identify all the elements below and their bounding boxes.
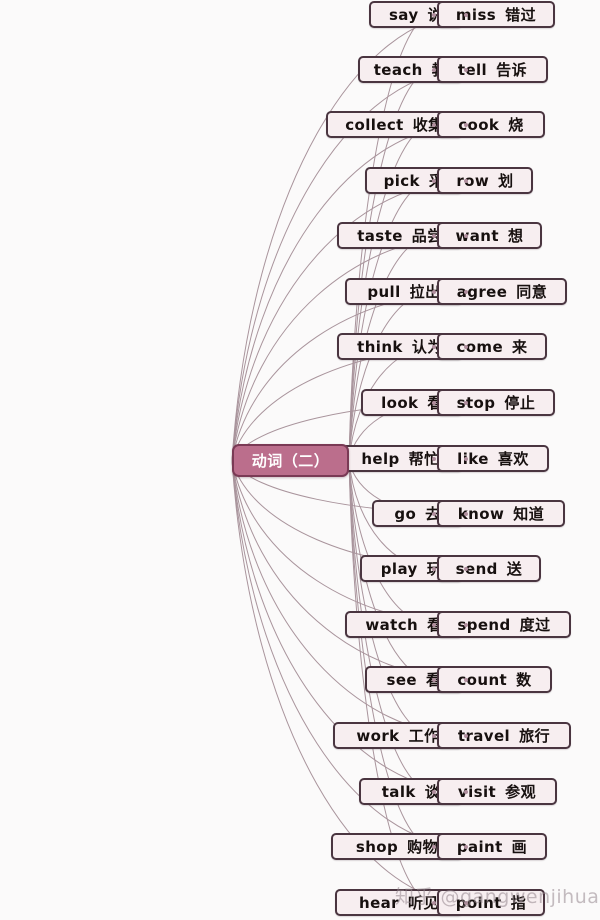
connector-dot-taste — [464, 233, 468, 238]
connector-dot-help — [464, 456, 468, 461]
branch-node-come[interactable]: come 来 — [437, 333, 547, 360]
branch-node-chinese: 来 — [512, 338, 528, 356]
branch-node-english: go — [394, 504, 417, 523]
branch-node-chinese: 参观 — [505, 783, 537, 801]
connector-dot-miss — [432, 12, 436, 17]
branch-node-english: stop — [456, 393, 496, 412]
connector-dot-paint — [432, 844, 436, 849]
branch-node-english: row — [456, 171, 490, 190]
connector-dot-count — [432, 677, 436, 682]
connector-dot-travel — [432, 733, 436, 738]
connector-dot-pick — [464, 178, 468, 183]
connector-dot-shop — [464, 844, 468, 849]
branch-node-english: collect — [345, 115, 404, 134]
branch-node-want[interactable]: want 想 — [437, 222, 542, 249]
connector-curve — [231, 291, 468, 461]
branch-node-chinese: 划 — [498, 172, 514, 190]
connector-dot-look — [464, 400, 468, 405]
connector-dot-tell — [432, 67, 436, 72]
connector-curve — [348, 291, 434, 461]
connector-dot-teach — [464, 67, 468, 72]
branch-node-english: think — [357, 337, 403, 356]
branch-node-travel[interactable]: travel 旅行 — [437, 722, 571, 749]
connector-dot-collect — [464, 122, 468, 127]
connector-dot-say — [464, 12, 468, 17]
connector-dot-play — [464, 566, 468, 571]
branch-node-know[interactable]: know 知道 — [437, 500, 565, 527]
branch-node-chinese: 送 — [506, 560, 523, 578]
branch-node-chinese: 喜欢 — [497, 450, 529, 468]
branch-node-chinese: 停止 — [504, 394, 536, 412]
branch-node-visit[interactable]: visit 参观 — [437, 778, 557, 805]
branch-node-chinese: 旅行 — [519, 727, 551, 745]
branch-node-english: hear — [359, 893, 399, 912]
connector-dot-talk — [464, 789, 468, 794]
branch-node-english: pull — [367, 282, 401, 301]
connector-dot-pull — [464, 289, 468, 294]
branch-node-count[interactable]: count 数 — [437, 666, 552, 693]
branch-node-english: say — [388, 5, 419, 24]
branch-node-like[interactable]: like 喜欢 — [437, 445, 549, 472]
connector-dot-spend — [432, 622, 436, 627]
branch-node-chinese: 数 — [516, 671, 532, 689]
branch-node-english: tell — [457, 60, 488, 79]
branch-node-paint[interactable]: paint 画 — [437, 833, 547, 860]
connector-dot-visit — [432, 789, 436, 794]
branch-node-cook[interactable]: cook 烧 — [437, 111, 545, 138]
connector-dot-know — [432, 511, 436, 516]
branch-node-english: help — [361, 449, 400, 468]
branch-node-stop[interactable]: stop 停止 — [437, 389, 555, 416]
branch-node-chinese: 错过 — [505, 6, 537, 24]
center-node-label: 动词（二） — [251, 452, 330, 470]
connector-dot-watch — [464, 622, 468, 627]
branch-node-english: watch — [365, 615, 419, 634]
branch-node-english: miss — [455, 5, 497, 24]
branch-node-english: teach — [373, 60, 423, 79]
connector-curve — [348, 460, 434, 625]
branch-node-english: want — [455, 226, 499, 245]
branch-node-chinese: 画 — [511, 838, 528, 856]
branch-node-miss[interactable]: miss 错过 — [437, 1, 555, 28]
connector-dot-cook — [432, 122, 436, 127]
branch-node-english: taste — [357, 226, 403, 245]
watermark: 知乎 @gangwenjihua — [395, 886, 600, 908]
branch-node-english: look — [381, 393, 419, 412]
connector-dot-come — [432, 344, 436, 349]
connector-dot-send — [432, 566, 436, 571]
branch-node-chinese: 烧 — [508, 116, 524, 134]
branch-node-english: play — [380, 559, 418, 578]
branch-node-english: shop — [355, 837, 399, 856]
mindmap-canvas: say说teach教collect收集pick采taste品尝pull拉出thi… — [0, 0, 600, 920]
branch-node-english: like — [457, 449, 489, 468]
branch-node-chinese: 同意 — [516, 283, 548, 301]
branch-node-agree[interactable]: agree 同意 — [437, 278, 567, 305]
connector-dot-row — [432, 178, 436, 183]
branch-node-chinese: 告诉 — [496, 61, 528, 79]
branch-node-chinese: 拉出 — [409, 283, 441, 301]
branch-node-chinese: 想 — [507, 227, 524, 245]
center-node[interactable]: 动词（二） — [232, 444, 349, 477]
connector-dot-see — [464, 677, 468, 682]
branch-node-send[interactable]: send 送 — [437, 555, 541, 582]
branch-node-english: send — [455, 559, 498, 578]
branch-node-english: work — [356, 726, 400, 745]
branch-node-english: pick — [383, 171, 420, 190]
branch-node-english: talk — [381, 782, 416, 801]
branch-node-row[interactable]: row 划 — [437, 167, 533, 194]
connector-dot-want — [432, 233, 436, 238]
branch-node-spend[interactable]: spend 度过 — [437, 611, 571, 638]
branch-node-chinese: 知道 — [513, 505, 545, 523]
branch-node-tell[interactable]: tell 告诉 — [437, 56, 548, 83]
connector-dot-stop — [432, 400, 436, 405]
branch-node-english: see — [386, 670, 417, 689]
connector-curve — [231, 460, 468, 625]
connector-dot-think — [464, 344, 468, 349]
connector-dot-work — [464, 733, 468, 738]
branch-node-chinese: 度过 — [519, 616, 551, 634]
connector-dot-go — [464, 511, 468, 516]
connector-dot-agree — [432, 289, 436, 294]
connector-dot-like — [432, 456, 436, 461]
